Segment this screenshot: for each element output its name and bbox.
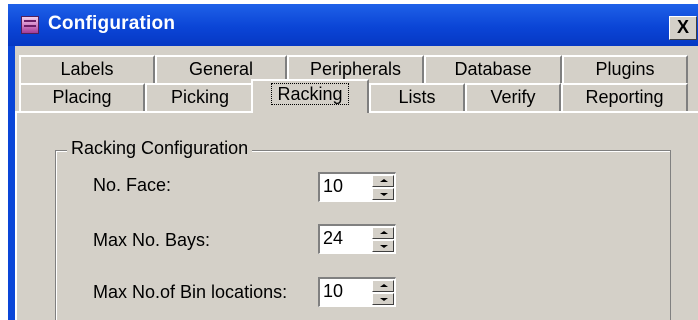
tab-racking[interactable]: Racking bbox=[251, 79, 369, 113]
tab-verify[interactable]: Verify bbox=[465, 83, 561, 111]
group-title: Racking Configuration bbox=[67, 138, 253, 159]
tab-lists[interactable]: Lists bbox=[369, 83, 465, 111]
tab-label: Plugins bbox=[595, 59, 655, 79]
tab-label: Peripherals bbox=[309, 59, 402, 79]
spin-down-button[interactable] bbox=[372, 188, 394, 200]
max-bays-label: Max No. Bays: bbox=[93, 230, 211, 250]
tab-database[interactable]: Database bbox=[424, 55, 562, 83]
max-bin-locations-value[interactable]: 10 bbox=[323, 281, 343, 302]
tab-reporting[interactable]: Reporting bbox=[561, 83, 688, 111]
tab-label: Verify bbox=[490, 87, 536, 107]
tab-label: Database bbox=[454, 59, 532, 79]
tab-label: Lists bbox=[398, 87, 436, 107]
tab-label: General bbox=[188, 59, 254, 79]
spin-down-button[interactable] bbox=[372, 240, 394, 252]
dialog-body: Labels General Peripherals Database Plug… bbox=[15, 46, 698, 320]
tab-label: Labels bbox=[60, 59, 114, 79]
max-bin-locations-label: Max No.of Bin locations: bbox=[93, 282, 288, 302]
tab-plugins[interactable]: Plugins bbox=[562, 55, 688, 83]
window-title: Configuration bbox=[48, 13, 176, 34]
arrow-down-icon bbox=[380, 245, 388, 248]
title-bar[interactable]: Configuration X bbox=[8, 4, 698, 46]
arrow-up-icon bbox=[380, 231, 388, 234]
max-bays-value[interactable]: 24 bbox=[323, 228, 343, 249]
arrow-up-icon bbox=[380, 179, 388, 182]
spin-down-button[interactable] bbox=[372, 293, 394, 305]
arrow-down-icon bbox=[380, 298, 388, 301]
tab-label: Reporting bbox=[585, 87, 664, 107]
tab-label: Racking bbox=[271, 83, 349, 105]
close-button[interactable]: X bbox=[669, 16, 697, 40]
tab-label: Picking bbox=[170, 87, 230, 107]
tab-label: Placing bbox=[52, 87, 112, 107]
tab-picking[interactable]: Picking bbox=[145, 83, 255, 111]
no-face-value[interactable]: 10 bbox=[323, 176, 343, 197]
configuration-window: Configuration X Labels General Periphera… bbox=[8, 4, 698, 320]
no-face-label: No. Face: bbox=[93, 175, 172, 195]
arrow-up-icon bbox=[380, 284, 388, 287]
app-window-icon bbox=[21, 16, 39, 34]
tab-labels[interactable]: Labels bbox=[19, 55, 155, 83]
max-bays-spinner[interactable]: 24 bbox=[318, 224, 396, 254]
spin-up-button[interactable] bbox=[372, 227, 394, 239]
max-bin-locations-spinner[interactable]: 10 bbox=[318, 277, 396, 307]
spin-up-button[interactable] bbox=[372, 175, 394, 187]
arrow-down-icon bbox=[380, 193, 388, 196]
no-face-spinner[interactable]: 10 bbox=[318, 172, 396, 202]
spin-up-button[interactable] bbox=[372, 280, 394, 292]
tab-placing[interactable]: Placing bbox=[19, 83, 145, 111]
